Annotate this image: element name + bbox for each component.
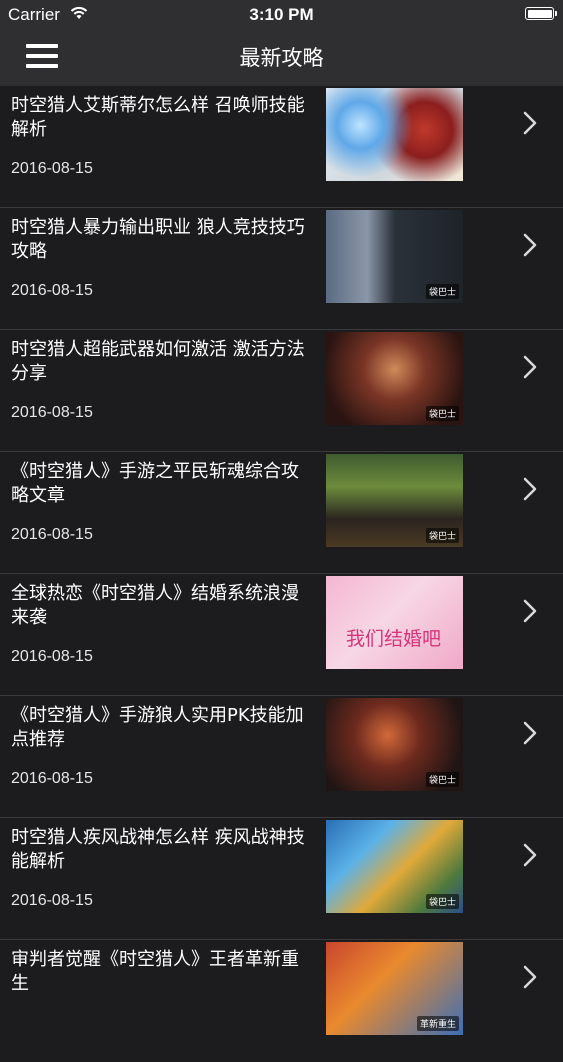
navigation-bar: 最新攻略 xyxy=(0,28,563,86)
article-title: 《时空猎人》手游之平民斩魂综合攻略文章 xyxy=(11,461,299,506)
article-title: 时空猎人暴力输出职业 狼人竞技技巧攻略 xyxy=(11,217,305,262)
chevron-right-icon xyxy=(523,233,537,257)
thumbnail-caption: 革新重生 xyxy=(416,1016,459,1031)
thumbnail-watermark: 袋巴士 xyxy=(425,284,459,299)
article-date: 2016-08-15 xyxy=(11,770,93,787)
thumbnail-watermark: 袋巴士 xyxy=(425,406,459,421)
article-title: 审判者觉醒《时空猎人》王者革新重生 xyxy=(11,949,299,994)
article-thumbnail: 革新重生 xyxy=(326,942,463,1035)
article-thumbnail xyxy=(326,88,463,181)
article-thumbnail: 袋巴士 xyxy=(326,332,463,425)
clock: 3:10 PM xyxy=(249,5,314,24)
chevron-right-icon xyxy=(523,721,537,745)
thumbnail-watermark: 袋巴士 xyxy=(425,894,459,909)
list-item[interactable]: 时空猎人暴力输出职业 狼人竞技技巧攻略 2016-08-15 袋巴士 xyxy=(0,208,563,330)
article-date: 2016-08-15 xyxy=(11,648,93,665)
chevron-right-icon xyxy=(523,965,537,989)
hamburger-menu-icon[interactable] xyxy=(26,44,58,68)
article-title: 《时空猎人》手游狼人实用PK技能加点推荐 xyxy=(11,705,304,750)
thumbnail-caption: 我们结婚吧 xyxy=(346,628,442,650)
list-item[interactable]: 时空猎人疾风战神怎么样 疾风战神技能解析 2016-08-15 袋巴士 xyxy=(0,818,563,940)
article-date: 2016-08-15 xyxy=(11,404,93,421)
article-title: 全球热恋《时空猎人》结婚系统浪漫来袭 xyxy=(11,583,299,628)
list-item[interactable]: 审判者觉醒《时空猎人》王者革新重生 革新重生 xyxy=(0,940,563,1062)
status-bar: Carrier 3:10 PM xyxy=(0,0,563,28)
article-title: 时空猎人超能武器如何激活 激活方法分享 xyxy=(11,339,305,384)
list-item[interactable]: 《时空猎人》手游狼人实用PK技能加点推荐 2016-08-15 袋巴士 xyxy=(0,696,563,818)
article-date: 2016-08-15 xyxy=(11,892,93,909)
page-title: 最新攻略 xyxy=(239,46,324,70)
article-thumbnail: 袋巴士 xyxy=(326,698,463,791)
article-date: 2016-08-15 xyxy=(11,526,93,543)
article-thumbnail: 我们结婚吧 xyxy=(326,576,463,669)
article-list: 时空猎人艾斯蒂尔怎么样 召唤师技能解析 2016-08-15 时空猎人暴力输出职… xyxy=(0,86,563,1062)
chevron-right-icon xyxy=(523,599,537,623)
article-thumbnail: 袋巴士 xyxy=(326,210,463,303)
article-title: 时空猎人艾斯蒂尔怎么样 召唤师技能解析 xyxy=(11,95,305,140)
list-item[interactable]: 全球热恋《时空猎人》结婚系统浪漫来袭 2016-08-15 我们结婚吧 xyxy=(0,574,563,696)
list-item[interactable]: 《时空猎人》手游之平民斩魂综合攻略文章 2016-08-15 袋巴士 xyxy=(0,452,563,574)
article-date: 2016-08-15 xyxy=(11,160,93,177)
thumbnail-watermark: 袋巴士 xyxy=(425,772,459,787)
battery-icon xyxy=(525,7,557,20)
article-thumbnail: 袋巴士 xyxy=(326,454,463,547)
chevron-right-icon xyxy=(523,111,537,135)
list-item[interactable]: 时空猎人艾斯蒂尔怎么样 召唤师技能解析 2016-08-15 xyxy=(0,86,563,208)
article-thumbnail: 袋巴士 xyxy=(326,820,463,913)
article-title: 时空猎人疾风战神怎么样 疾风战神技能解析 xyxy=(11,827,305,872)
chevron-right-icon xyxy=(523,477,537,501)
list-item[interactable]: 时空猎人超能武器如何激活 激活方法分享 2016-08-15 袋巴士 xyxy=(0,330,563,452)
thumbnail-watermark: 袋巴士 xyxy=(425,528,459,543)
article-date: 2016-08-15 xyxy=(11,282,93,299)
chevron-right-icon xyxy=(523,355,537,379)
chevron-right-icon xyxy=(523,843,537,867)
